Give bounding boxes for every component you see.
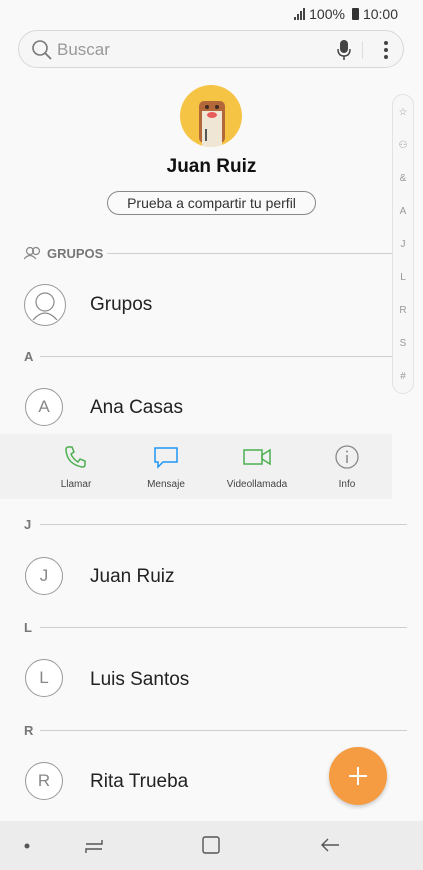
contact-name[interactable]: Rita Trueba [90, 771, 188, 793]
signal-icon [294, 8, 306, 20]
groups-icon [24, 246, 41, 260]
info-label: Info [338, 479, 356, 490]
groups-avatar [24, 284, 66, 326]
home-icon[interactable] [202, 836, 220, 854]
index-favorites[interactable]: ☆ [393, 107, 413, 118]
profile-name[interactable]: Juan Ruiz [0, 156, 423, 178]
status-bar: 100% 10:00 [0, 0, 423, 28]
section-letter-j: J [24, 517, 32, 532]
info-action[interactable]: Info [302, 444, 392, 490]
video-call-action[interactable]: Videollamada [212, 444, 302, 490]
contact-name[interactable]: Ana Casas [90, 397, 183, 419]
microphone-icon[interactable] [337, 39, 351, 61]
section-letter-a: A [24, 349, 34, 364]
contact-avatar: A [25, 388, 63, 426]
contact-name[interactable]: Luis Santos [90, 669, 189, 691]
plus-icon [349, 767, 367, 785]
message-action[interactable]: Mensaje [121, 444, 211, 490]
person-placeholder-icon [32, 292, 58, 321]
contact-name[interactable]: Juan Ruiz [90, 566, 175, 588]
video-call-label: Videollamada [226, 479, 288, 490]
contact-avatar: L [25, 659, 63, 697]
index-ampersand[interactable]: & [393, 173, 413, 184]
section-divider [107, 253, 392, 254]
video-icon [243, 448, 271, 466]
battery-icon [351, 8, 359, 20]
index-letter-s[interactable]: S [393, 338, 413, 349]
index-letter-a[interactable]: A [393, 206, 413, 217]
share-profile-button[interactable]: Prueba a compartir tu perfil [107, 191, 316, 215]
section-divider [40, 524, 407, 525]
call-label: Llamar [60, 479, 92, 490]
index-hash[interactable]: # [393, 371, 413, 382]
groups-item[interactable]: Grupos [90, 294, 152, 316]
call-action[interactable]: Llamar [31, 444, 121, 490]
message-icon [154, 447, 178, 469]
section-letter-l: L [24, 620, 32, 635]
search-bar[interactable]: Buscar [18, 30, 404, 68]
phone-icon [65, 446, 86, 468]
section-divider [40, 627, 407, 628]
index-letter-r[interactable]: R [393, 305, 413, 316]
groups-section-header: GRUPOS [47, 246, 104, 261]
add-contact-button[interactable] [329, 747, 387, 805]
search-icon [32, 40, 52, 60]
navigation-bar [0, 821, 423, 870]
back-icon[interactable] [320, 837, 340, 853]
section-letter-r: R [24, 723, 34, 738]
toast-character-icon [199, 101, 225, 147]
more-options-icon[interactable] [383, 40, 389, 60]
contact-actions: Llamar Mensaje Videollamada Info [0, 434, 392, 499]
profile-avatar[interactable] [180, 85, 242, 147]
alphabet-index-bar[interactable]: ☆ ⚇ & A J L R S # [392, 94, 414, 394]
index-groups[interactable]: ⚇ [393, 140, 413, 151]
index-letter-j[interactable]: J [393, 239, 413, 250]
section-divider [40, 730, 407, 731]
dot-icon[interactable] [24, 843, 30, 849]
info-icon [335, 445, 359, 469]
clock: 10:00 [362, 6, 398, 22]
contact-avatar: R [25, 762, 63, 800]
recents-icon[interactable] [84, 837, 104, 855]
search-input[interactable]: Buscar [57, 40, 110, 60]
battery-percent: 100% [309, 6, 345, 22]
section-divider [40, 356, 392, 357]
index-letter-l[interactable]: L [393, 272, 413, 283]
message-label: Mensaje [147, 479, 185, 490]
contact-avatar: J [25, 557, 63, 595]
search-divider [362, 41, 363, 59]
